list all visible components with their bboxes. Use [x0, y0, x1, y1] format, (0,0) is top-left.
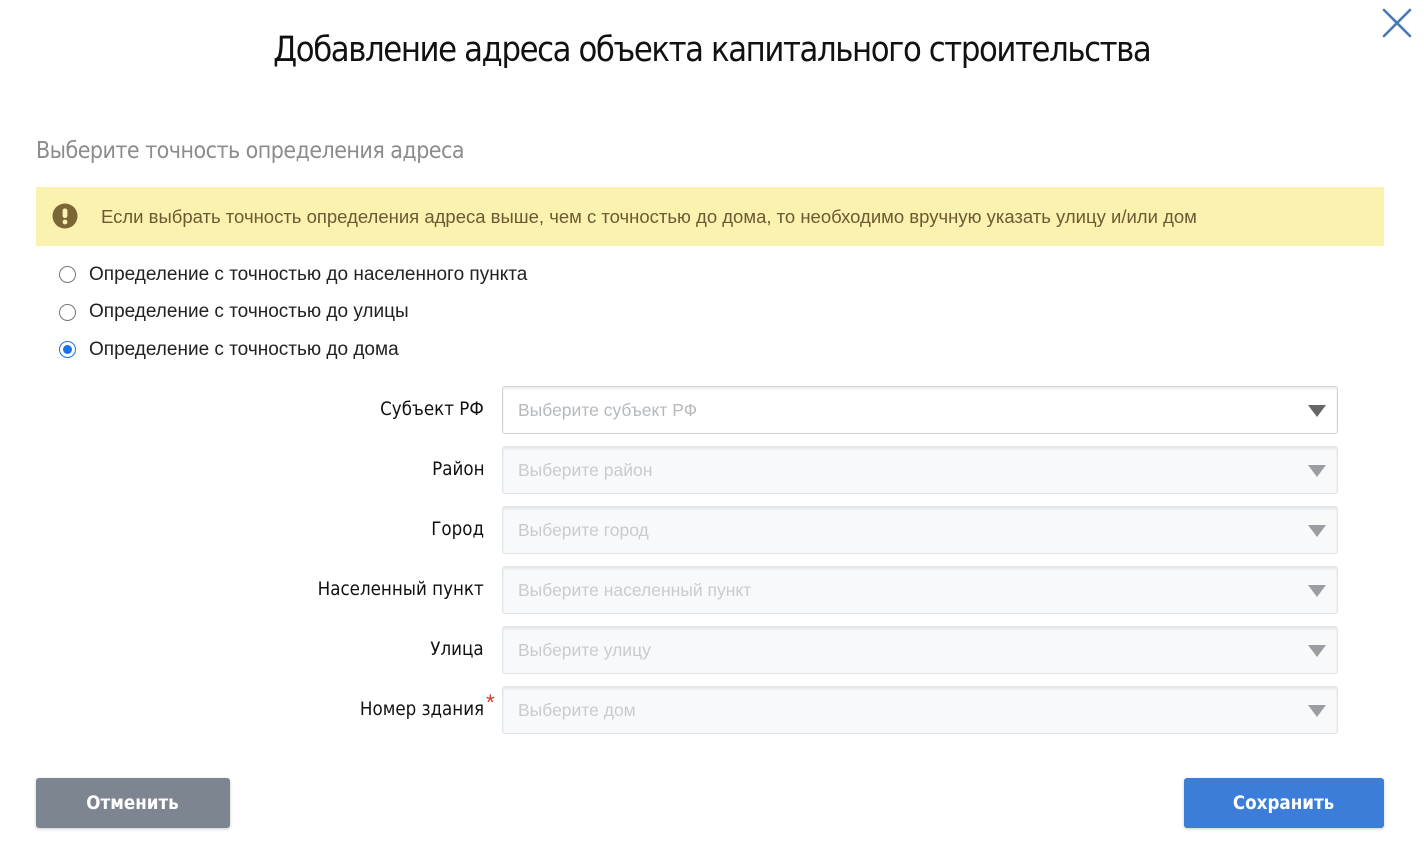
radio-label: Определение с точностью до улицы: [89, 301, 409, 323]
select-placeholder: Выберите район: [518, 460, 653, 480]
radio-label: Определение с точностью до дома: [89, 338, 399, 360]
cancel-button[interactable]: Отменить: [36, 778, 230, 828]
chevron-down-icon: [1308, 525, 1326, 537]
warning-text: Если выбрать точность определения адреса…: [101, 206, 1197, 227]
field-row-district: Район Выберите район: [0, 446, 1424, 494]
select-placeholder: Выберите дом: [518, 700, 636, 720]
chevron-down-icon: [1308, 645, 1326, 657]
save-button[interactable]: Сохранить: [1184, 778, 1384, 828]
chevron-down-icon: [1308, 465, 1326, 477]
close-icon: [1382, 8, 1412, 38]
field-row-subject: Субъект РФ Выберите субъект РФ: [0, 386, 1424, 434]
field-row-building: Номер здания * Выберите дом: [0, 686, 1424, 734]
chevron-down-icon: [1308, 585, 1326, 597]
save-button-label: Сохранить: [1233, 792, 1335, 814]
required-mark: *: [486, 690, 495, 715]
warning-banner: Если выбрать точность определения адреса…: [36, 187, 1384, 246]
radio-button[interactable]: [59, 303, 76, 321]
city-select[interactable]: Выберите город: [502, 506, 1338, 554]
select-placeholder: Выберите город: [518, 520, 649, 540]
radio-option-settlement[interactable]: Определение с точностью до населенного п…: [59, 256, 527, 294]
cancel-button-label: Отменить: [86, 792, 180, 814]
field-row-street: Улица Выберите улицу: [0, 626, 1424, 674]
close-button[interactable]: [1380, 6, 1414, 40]
select-placeholder: Выберите населенный пункт: [518, 580, 752, 600]
field-row-city: Город Выберите город: [0, 506, 1424, 554]
field-label: Район: [431, 458, 484, 480]
field-label: Номер здания: [359, 698, 484, 720]
field-label: Улица: [430, 638, 484, 660]
chevron-down-icon: [1308, 405, 1326, 417]
radio-button-checked[interactable]: [59, 341, 76, 359]
radio-option-street[interactable]: Определение с точностью до улицы: [59, 294, 527, 332]
precision-subtitle: Выберите точность определения адреса: [36, 138, 465, 164]
district-select[interactable]: Выберите район: [502, 446, 1338, 494]
settlement-select[interactable]: Выберите населенный пункт: [502, 566, 1338, 614]
chevron-down-icon: [1308, 705, 1326, 717]
radio-label: Определение с точностью до населенного п…: [89, 263, 528, 285]
building-select[interactable]: Выберите дом: [502, 686, 1338, 734]
field-label: Населенный пункт: [317, 578, 484, 600]
exclamation-circle-icon: [52, 203, 78, 229]
radio-option-house[interactable]: Определение с точностью до дома: [59, 331, 527, 369]
precision-radio-group: Определение с точностью до населенного п…: [59, 256, 527, 369]
field-label: Субъект РФ: [380, 398, 484, 420]
select-placeholder: Выберите улицу: [518, 640, 651, 660]
dialog-title: Добавление адреса объекта капитального с…: [273, 30, 1152, 70]
street-select[interactable]: Выберите улицу: [502, 626, 1338, 674]
subject-select[interactable]: Выберите субъект РФ: [502, 386, 1338, 434]
select-placeholder: Выберите субъект РФ: [518, 400, 698, 420]
field-row-settlement: Населенный пункт Выберите населенный пун…: [0, 566, 1424, 614]
field-label: Город: [431, 518, 484, 540]
radio-button[interactable]: [59, 266, 76, 284]
